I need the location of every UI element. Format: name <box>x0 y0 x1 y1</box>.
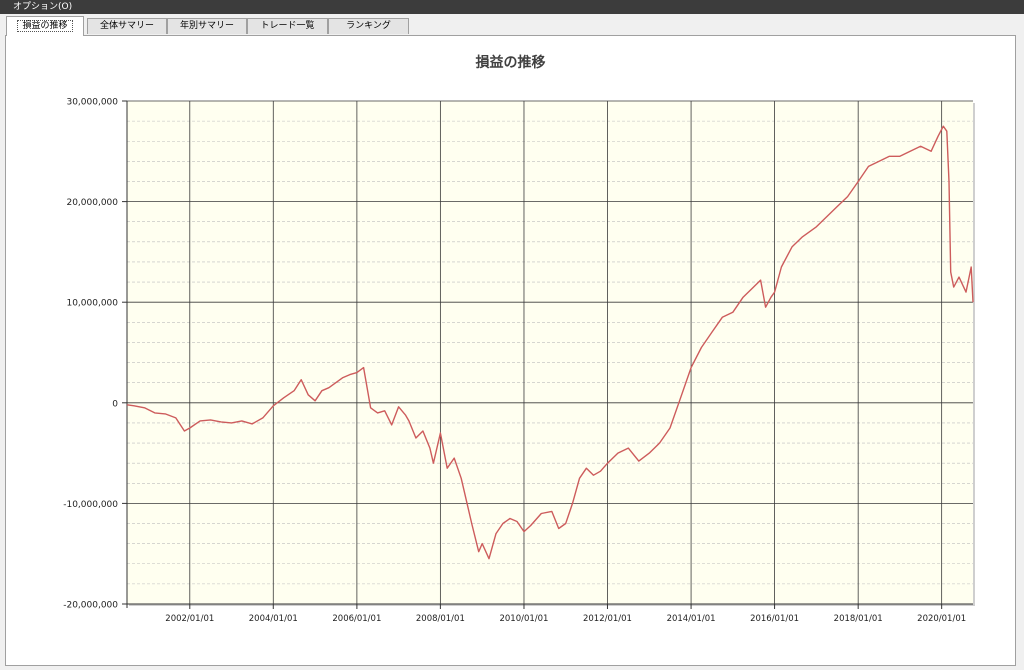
plot-area <box>127 101 973 604</box>
y-axis-labels: -20,000,000 -10,000,000 0 10,000,000 20,000,… <box>63 98 118 611</box>
x-tick-label: 2018/01/01 <box>834 614 883 624</box>
x-tick-label: 2016/01/01 <box>750 614 799 624</box>
y-tick-label: -10,000,000 <box>63 500 118 510</box>
x-tick-label: 2014/01/01 <box>667 614 716 624</box>
x-tick-label: 2004/01/01 <box>249 614 298 624</box>
y-tick-label: 30,000,000 <box>66 98 118 108</box>
pnl-chart: -20,000,000 -10,000,000 0 10,000,000 20,000,… <box>63 98 975 624</box>
x-tick-label: 2020/01/01 <box>917 614 966 624</box>
tab-pnl-trend[interactable]: 損益の推移 <box>6 16 84 36</box>
y-tick-label: -20,000,000 <box>63 601 118 611</box>
tab-label: 損益の推移 <box>17 20 73 32</box>
x-axis-labels: 2002/01/01 2004/01/01 2006/01/01 2008/01/01… <box>165 614 966 624</box>
y-tick-label: 0 <box>112 399 118 409</box>
x-tick-label: 2010/01/01 <box>499 614 548 624</box>
y-tick-label: 10,000,000 <box>66 299 118 309</box>
y-tick-label: 20,000,000 <box>66 198 118 208</box>
x-tick-label: 2012/01/01 <box>583 614 632 624</box>
x-tick-label: 2008/01/01 <box>416 614 465 624</box>
x-tick-label: 2006/01/01 <box>332 614 381 624</box>
x-tick-label: 2002/01/01 <box>165 614 214 624</box>
